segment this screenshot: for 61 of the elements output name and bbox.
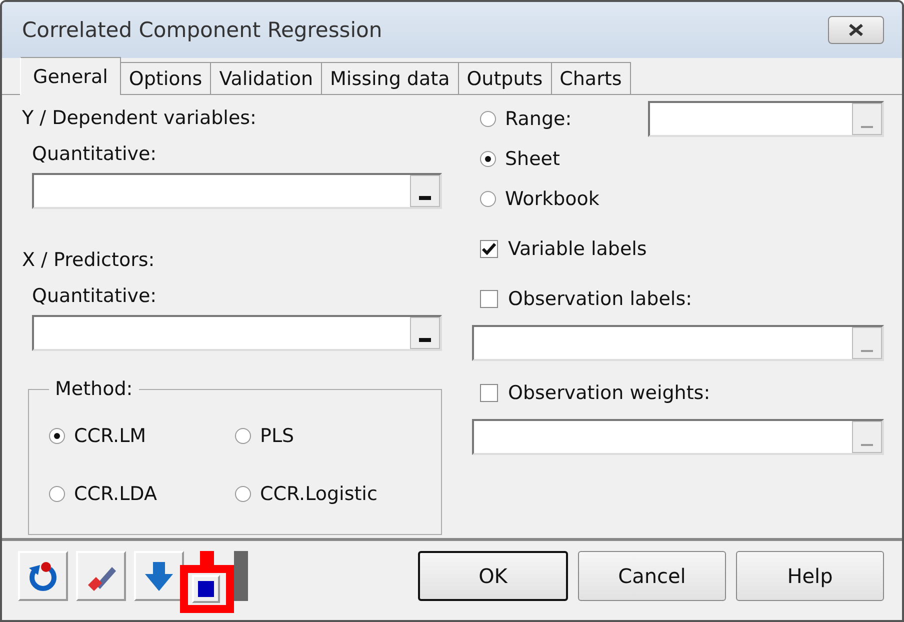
input-field[interactable] (32, 173, 442, 209)
radio-button[interactable] (49, 486, 65, 502)
option-label: CCR.Logistic (260, 483, 378, 505)
checkbox[interactable] (480, 240, 498, 258)
option-label: Sheet (505, 148, 560, 170)
checkbox-option[interactable]: Observation labels: (480, 285, 884, 313)
option-label: Observation labels: (508, 288, 692, 310)
reset-button[interactable] (18, 551, 68, 601)
radio-option[interactable]: Range: (480, 105, 600, 133)
checkbox-option[interactable]: Variable labels (480, 235, 884, 263)
option-label: PLS (260, 425, 294, 447)
radio-button[interactable] (235, 428, 251, 444)
tab[interactable]: General (20, 57, 121, 95)
radio-option[interactable]: CCR.LM (49, 422, 235, 450)
option-label: Observation weights: (508, 382, 710, 404)
check-icon (481, 241, 497, 257)
dialog-button[interactable]: Help (736, 551, 884, 601)
tab[interactable]: Options (120, 62, 212, 94)
radio-option[interactable]: CCR.Logistic (235, 480, 425, 508)
toolbar-handle (234, 551, 248, 601)
clear-button[interactable] (76, 551, 126, 601)
range-field[interactable] (648, 101, 884, 137)
tab[interactable]: Outputs (458, 62, 552, 94)
field-label: Quantitative: (32, 143, 158, 167)
option-label: CCR.LM (74, 425, 146, 447)
input-field[interactable] (472, 325, 884, 361)
option-label: Variable labels (508, 238, 647, 260)
checkbox[interactable] (480, 384, 498, 402)
square-icon (198, 581, 214, 597)
radio-option[interactable]: CCR.LDA (49, 480, 235, 508)
radio-option[interactable]: Workbook (480, 185, 600, 213)
checkbox-option[interactable]: Observation weights: (480, 379, 884, 407)
field-label: Quantitative: (32, 285, 158, 309)
radio-option[interactable]: Sheet (480, 145, 600, 173)
dialog-button[interactable]: OK (418, 551, 568, 601)
section-label: X / Predictors: (22, 249, 156, 273)
section-label: Y / Dependent variables: (22, 107, 258, 131)
down-arrow-icon (142, 559, 176, 593)
radio-button[interactable] (235, 486, 251, 502)
tab[interactable]: Missing data (322, 62, 459, 94)
tab[interactable]: Charts (552, 62, 631, 94)
option-label: Workbook (505, 188, 600, 210)
close-button[interactable] (828, 16, 884, 44)
input-field[interactable] (472, 419, 884, 455)
radio-option[interactable]: PLS (235, 422, 425, 450)
stop-button[interactable] (192, 575, 220, 603)
checkbox[interactable] (480, 290, 498, 308)
radio-button[interactable] (480, 151, 496, 167)
radio-button[interactable] (480, 191, 496, 207)
input-field[interactable] (32, 315, 442, 351)
dialog-button[interactable]: Cancel (578, 551, 726, 601)
option-label: Range: (505, 108, 572, 130)
highlight-frame (180, 551, 234, 613)
down-button[interactable] (134, 551, 184, 601)
radio-button[interactable] (49, 428, 65, 444)
select-button[interactable] (410, 317, 440, 349)
option-label: CCR.LDA (74, 483, 157, 505)
tab[interactable]: Validation (211, 62, 322, 94)
window-title: Correlated Component Regression (22, 18, 382, 42)
select-button[interactable] (410, 175, 440, 207)
radio-button[interactable] (480, 111, 496, 127)
